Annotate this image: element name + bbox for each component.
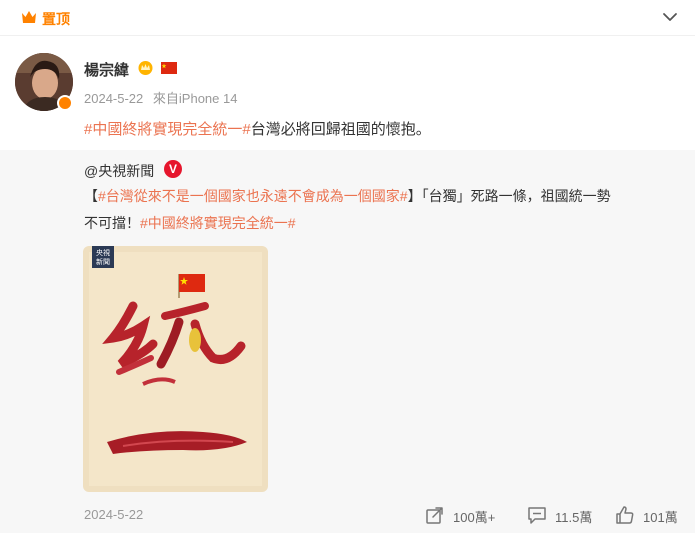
repost-body1: 「台獨」死路一條，祖國統一勢 [421, 188, 611, 204]
verified-v-icon: V [164, 160, 182, 178]
share-icon [426, 507, 443, 524]
bracket-open: 【 [84, 188, 98, 204]
repost-hashtag2[interactable]: #中國終將實現完全統一# [140, 215, 296, 231]
repost-text-line1: 【#台灣從來不是一個國家也永遠不會成為一個國家#】「台獨」死路一條，祖國統一勢 [84, 186, 684, 206]
post-text: #中國終將實現完全統一#台灣必將回歸祖國的懷抱。 [84, 118, 431, 139]
repost-body2: 不可擋！ [84, 215, 140, 231]
verified-badge-icon [57, 95, 73, 111]
bracket-close: 】 [407, 188, 422, 204]
repost-image[interactable]: 央視 新聞 [83, 246, 268, 492]
repost-author[interactable]: @央視新聞 [84, 161, 154, 181]
svg-text:央視: 央視 [96, 248, 110, 257]
comment-icon [528, 507, 546, 524]
comment-count: 11.5萬 [555, 510, 593, 525]
like-count: 101萬 [643, 510, 678, 525]
repost-hashtag1[interactable]: #台灣從來不是一個國家也永遠不會成為一個國家# [98, 188, 408, 204]
crown-pin-icon [22, 11, 36, 23]
pinned-label: 置顶 [42, 11, 70, 27]
pinned-bar: 置顶 [0, 0, 695, 36]
china-flag-icon [161, 62, 177, 74]
svg-text:新聞: 新聞 [96, 257, 110, 266]
cctv-news-logo: 央視 新聞 [92, 246, 114, 268]
post-date[interactable]: 2024-5-22 [84, 91, 143, 106]
post-meta: 2024-5-22 來自iPhone 14 [84, 88, 243, 107]
share-count: 100萬+ [453, 510, 496, 525]
author-name[interactable]: 楊宗緯 [84, 59, 129, 80]
repost-date[interactable]: 2024-5-22 [84, 507, 143, 522]
post-hashtag[interactable]: #中國終將實現完全統一# [84, 121, 251, 138]
repost-text-line2: 不可擋！#中國終將實現完全統一# [84, 213, 684, 233]
chevron-down-icon[interactable] [660, 8, 680, 26]
post-body: 台灣必將回歸祖國的懷抱。 [250, 121, 431, 138]
thumbs-up-icon [616, 506, 634, 524]
post-source: 來自iPhone 14 [152, 91, 238, 106]
vip-crown-icon[interactable] [137, 60, 154, 76]
